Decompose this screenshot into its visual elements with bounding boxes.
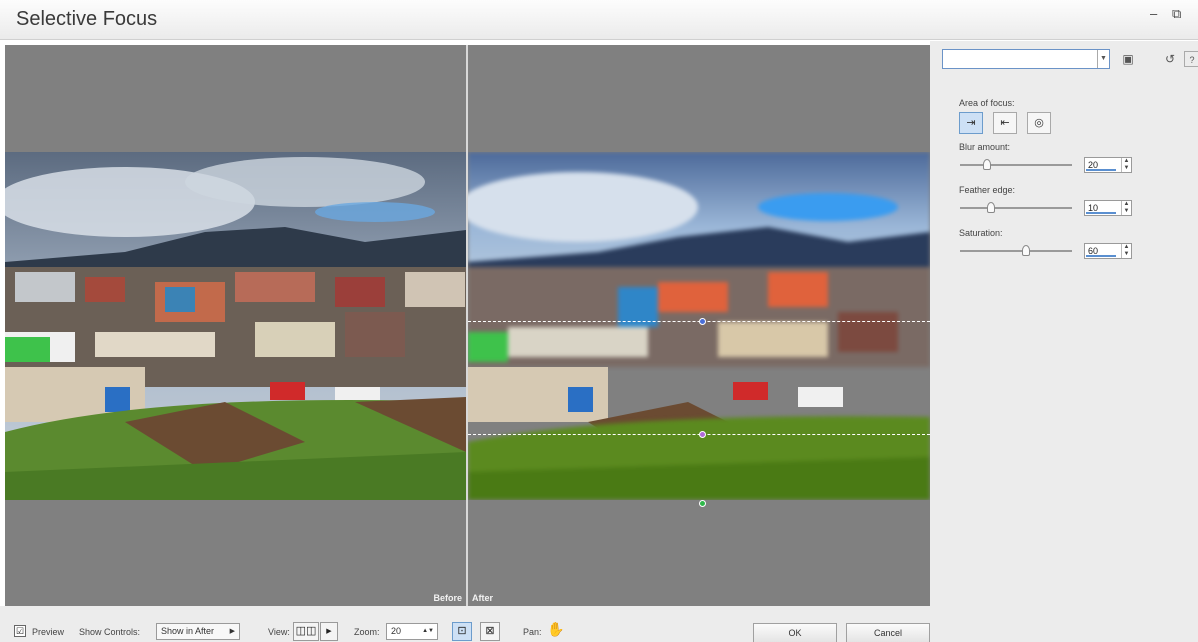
zoom-label: Zoom: <box>354 627 380 637</box>
spin-arrows-icon[interactable]: ▲▼ <box>1121 201 1131 215</box>
bottom-toolbar: ☑ Preview Show Controls: Show in After ▶… <box>0 606 930 642</box>
blur-amount-thumb[interactable] <box>982 159 991 170</box>
window-title: Selective Focus <box>16 8 158 30</box>
blur-amount-slider[interactable] <box>960 159 1072 170</box>
saturation-spinner[interactable]: 60 ▲ ▼ <box>1084 243 1132 259</box>
save-preset-icon[interactable]: ▣ <box>1120 51 1136 67</box>
ok-button[interactable]: OK <box>753 623 837 642</box>
guide-handle-top-icon[interactable] <box>699 318 706 325</box>
split-view-icon[interactable]: ◫◫ <box>293 622 319 641</box>
saturation-underline <box>1086 255 1116 257</box>
chevron-right-icon: ▶ <box>229 628 235 635</box>
feather-edge-label: Feather edge: <box>959 185 1016 195</box>
preview-label: Preview <box>32 627 65 637</box>
rectangle-focus-icon: ⇥ <box>966 117 976 129</box>
spin-arrows-icon[interactable]: ▲▼ <box>422 624 434 639</box>
show-controls-value: Show in After <box>161 626 215 636</box>
saturation-label: Saturation: <box>959 228 1003 238</box>
spin-arrows-icon[interactable]: ▲▼ <box>1121 158 1131 172</box>
preview-workspace[interactable]: Before After <box>5 45 930 606</box>
minimize-button[interactable]: – <box>1150 6 1157 21</box>
pan-label: Pan: <box>523 627 542 637</box>
help-icon[interactable]: ? <box>1184 51 1198 67</box>
focus-line-button[interactable]: ⇤ <box>993 112 1017 134</box>
after-label: After <box>472 593 494 603</box>
line-focus-icon: ⇤ <box>1000 117 1010 129</box>
guide-handle-bottom-icon[interactable] <box>699 500 706 507</box>
show-controls-label: Show Controls: <box>79 627 141 637</box>
before-label: Before <box>433 593 462 603</box>
guide-handle-center-icon[interactable] <box>699 431 706 438</box>
title-bar: Selective Focus – ⧉ <box>0 0 1198 40</box>
area-of-focus-label: Area of focus: <box>959 98 1015 108</box>
circle-focus-icon: ◎ <box>1034 117 1044 129</box>
blur-amount-spinner[interactable]: 20 ▲ ▼ <box>1084 157 1132 173</box>
zoom-actual-icon[interactable]: ⊠ <box>480 622 500 641</box>
reset-icon[interactable]: ↺ <box>1162 51 1178 67</box>
preview-checkbox[interactable]: ☑ <box>14 625 26 637</box>
spin-arrows-icon[interactable]: ▲▼ <box>1121 244 1131 258</box>
focus-circle-button[interactable]: ◎ <box>1027 112 1051 134</box>
focus-rectangle-button[interactable]: ⇥ <box>959 112 983 134</box>
view-label: View: <box>268 627 290 637</box>
settings-panel: ▼ ▣ ↺ ? Area of focus: ⇥ ⇤ ◎ Blur amount… <box>930 41 1198 642</box>
feather-edge-underline <box>1086 212 1116 214</box>
feather-edge-thumb[interactable] <box>987 202 996 213</box>
after-pane[interactable]: After <box>468 45 930 606</box>
saturation-thumb[interactable] <box>1022 245 1031 256</box>
before-photo <box>5 152 466 500</box>
view-menu-chevron-icon[interactable]: ▶ <box>320 622 338 641</box>
feather-edge-slider[interactable] <box>960 202 1072 213</box>
preset-dropdown[interactable]: ▼ <box>942 49 1110 69</box>
zoom-spinner[interactable]: 20 ▲▼ <box>386 623 438 640</box>
blur-amount-underline <box>1086 169 1116 171</box>
pan-hand-icon[interactable]: ✋ <box>547 621 564 638</box>
show-controls-dropdown[interactable]: Show in After ▶ <box>156 623 240 640</box>
chevron-down-icon[interactable]: ▼ <box>1097 50 1109 68</box>
zoom-value: 20 <box>391 626 402 636</box>
zoom-fit-icon[interactable]: ⊡ <box>452 622 472 641</box>
before-pane: Before <box>5 45 466 606</box>
restore-button[interactable]: ⧉ <box>1172 6 1181 22</box>
feather-edge-spinner[interactable]: 10 ▲ ▼ <box>1084 200 1132 216</box>
after-photo <box>468 152 930 500</box>
cancel-button[interactable]: Cancel <box>846 623 930 642</box>
blur-amount-label: Blur amount: <box>959 142 1011 152</box>
saturation-slider[interactable] <box>960 245 1072 256</box>
